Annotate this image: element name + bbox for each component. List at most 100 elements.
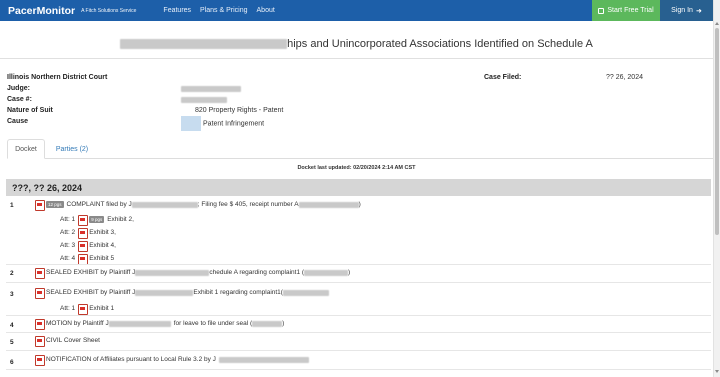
- attachment-text[interactable]: Exhibit 1: [89, 305, 114, 312]
- case-title-text: hips and Unincorporated Associations Ide…: [287, 38, 593, 50]
- entry-text-end: ): [348, 269, 351, 276]
- pdf-icon[interactable]: [35, 200, 45, 211]
- start-free-trial-label: Start Free Trial: [607, 7, 654, 14]
- docket-entry: SEALED EXHIBIT by Plaintiff J chedule A …: [35, 268, 351, 279]
- pdf-icon[interactable]: [78, 254, 89, 265]
- scroll-down-icon[interactable]: [715, 370, 719, 373]
- entry-number: 2: [10, 270, 14, 277]
- attachment-label: Att: 1: [60, 216, 76, 223]
- nav-link-about[interactable]: About: [257, 7, 275, 14]
- pdf-icon[interactable]: [78, 241, 89, 252]
- pdf-icon[interactable]: [78, 228, 89, 239]
- nav-links: Features Plans & Pricing About: [163, 7, 274, 14]
- nature-of-suit-value: 820 Property Rights - Patent: [195, 107, 284, 114]
- redacted-text: [135, 269, 210, 276]
- court-name: Illinois Northern District Court: [7, 74, 108, 81]
- sign-in-button[interactable]: Sign In ➜: [660, 0, 713, 21]
- row-divider: [6, 350, 711, 351]
- checkbox-icon: [598, 7, 605, 14]
- row-divider: [6, 264, 711, 265]
- judge-label: Judge:: [7, 85, 30, 92]
- cause-value-row: Patent Infringement: [181, 116, 264, 131]
- tab-docket[interactable]: Docket: [7, 139, 45, 159]
- case-tabs: Docket Parties (2): [7, 139, 713, 159]
- tab-parties[interactable]: Parties (2): [53, 139, 91, 159]
- pdf-icon[interactable]: [35, 355, 45, 366]
- entry-text[interactable]: MOTION by Plaintiff J: [46, 320, 109, 327]
- nav-link-features[interactable]: Features: [163, 7, 191, 14]
- attachment-label: Att: 1: [60, 305, 76, 312]
- redacted-text: [120, 39, 288, 50]
- entry-text-end: ): [358, 201, 361, 208]
- redacted-text: [135, 289, 194, 296]
- redacted-text: [218, 356, 309, 363]
- case-filed-label: Case Filed:: [484, 74, 522, 81]
- docket-entry: CIVIL Cover Sheet: [35, 336, 100, 347]
- scrollbar-thumb[interactable]: [715, 28, 719, 235]
- attachment-text[interactable]: Exhibit 3,: [89, 229, 116, 236]
- entry-text-cont: chedule A regarding complaint1 (: [209, 269, 305, 276]
- page-scrollbar[interactable]: [713, 0, 720, 377]
- redacted-text: [304, 269, 349, 276]
- pdf-icon[interactable]: [78, 215, 89, 226]
- attachment-text[interactable]: Exhibit 2,: [107, 216, 134, 223]
- sign-in-arrow-icon: ➜: [695, 7, 702, 15]
- redacted-text: [108, 320, 171, 327]
- entry-text-cont: ; Filing fee $ 405, receipt number A: [197, 201, 299, 208]
- brand-logo[interactable]: PacerMonitor: [8, 5, 75, 17]
- attachment-row: Att: 1 Exhibit 1: [60, 304, 114, 315]
- pdf-icon[interactable]: [35, 336, 45, 347]
- brand-tagline: A Fitch Solutions Service: [81, 7, 137, 14]
- entry-number: 4: [10, 322, 14, 329]
- entry-text-end: ): [282, 320, 285, 327]
- redacted-text: [181, 97, 227, 104]
- docket-entry: SEALED EXHIBIT by Plaintiff J Exhibit 1 …: [35, 288, 329, 299]
- attachment-row: Att: 3 Exhibit 4,: [60, 241, 116, 252]
- entry-text[interactable]: SEALED EXHIBIT by Plaintiff J: [46, 269, 135, 276]
- redacted-text: [252, 320, 283, 327]
- page-count-badge: 12 pgs: [46, 201, 64, 208]
- pdf-icon[interactable]: [35, 319, 45, 330]
- docket-entry: 12 pgs COMPLAINT filed by J ; Filing fee…: [35, 200, 361, 211]
- row-divider: [6, 332, 711, 333]
- pdf-icon[interactable]: [35, 268, 45, 279]
- entry-text[interactable]: NOTIFICATION of Affiliates pursuant to L…: [46, 356, 216, 363]
- scroll-up-icon[interactable]: [715, 22, 719, 25]
- docket-entry: NOTIFICATION of Affiliates pursuant to L…: [35, 355, 309, 366]
- case-number-label: Case #:: [7, 96, 32, 103]
- row-divider: [6, 315, 711, 316]
- pdf-icon[interactable]: [78, 304, 89, 315]
- entry-number: 6: [10, 359, 14, 366]
- entry-number: 3: [10, 291, 14, 298]
- entry-text[interactable]: CIVIL Cover Sheet: [46, 337, 100, 344]
- attachment-text[interactable]: Exhibit 5: [89, 255, 114, 262]
- cause-label: Cause: [7, 118, 29, 125]
- redacted-text: [282, 289, 329, 296]
- entry-text-cont: for leave to file under seal (: [173, 320, 253, 327]
- attachment-label: Att: 3: [60, 242, 76, 249]
- case-filed-value: ?? 26, 2024: [606, 74, 643, 81]
- redacted-text: [298, 201, 359, 208]
- entry-text[interactable]: COMPLAINT filed by J: [67, 201, 132, 208]
- title-divider: [0, 58, 713, 59]
- nav-link-plans-pricing[interactable]: Plans & Pricing: [200, 7, 247, 14]
- redacted-text: [131, 201, 198, 208]
- docket-entry: MOTION by Plaintiff J for leave to file …: [35, 319, 285, 330]
- row-divider: [6, 282, 711, 283]
- judge-value: [181, 86, 241, 93]
- pdf-icon[interactable]: [35, 288, 45, 299]
- nature-of-suit-label: Nature of Suit: [7, 107, 53, 114]
- attachment-row: Att: 4 Exhibit 5: [60, 254, 114, 265]
- page-count-badge: 9 pgs: [89, 216, 105, 223]
- entry-text-cont: Exhibit 1 regarding complaint1(: [193, 289, 283, 296]
- attachment-row: Att: 1 9 pgs Exhibit 2,: [60, 215, 134, 226]
- attachment-text[interactable]: Exhibit 4,: [89, 242, 116, 249]
- attachment-row: Att: 2 Exhibit 3,: [60, 228, 116, 239]
- entry-number: 1: [10, 202, 14, 209]
- attachment-label: Att: 2: [60, 229, 76, 236]
- redacted-text: [181, 86, 241, 93]
- entry-text[interactable]: SEALED EXHIBIT by Plaintiff J: [46, 289, 135, 296]
- sign-in-label: Sign In: [671, 7, 693, 14]
- row-divider: [6, 369, 711, 370]
- start-free-trial-button[interactable]: Start Free Trial: [592, 0, 660, 21]
